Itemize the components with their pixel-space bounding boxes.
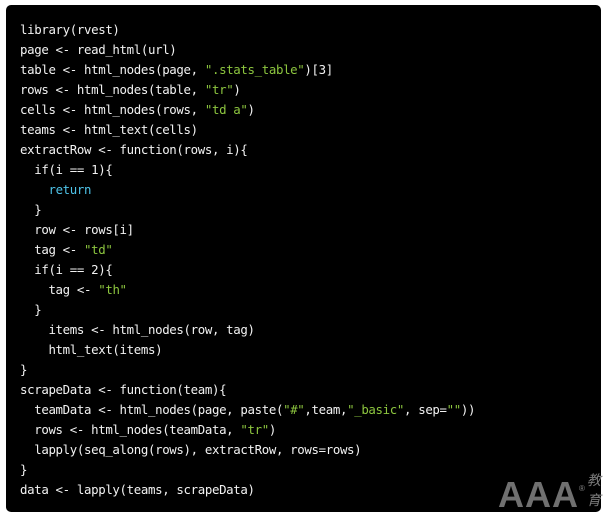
- code-line: tag <- "th": [20, 280, 601, 300]
- code-token: ,team,: [304, 402, 348, 417]
- code-token: items <- html_nodes(row, tag): [20, 322, 255, 337]
- code-content: library(rvest) page <- read_html(url)tabl…: [20, 20, 601, 500]
- code-token: )[3]: [304, 62, 333, 77]
- registered-mark: ®: [579, 484, 585, 493]
- code-line: page <- read_html(url): [20, 40, 601, 60]
- code-token: scrapeData <- function(team){: [20, 382, 227, 397]
- code-token: }: [20, 202, 42, 217]
- code-token: teamData <- html_nodes(page, paste(: [20, 402, 284, 417]
- string-token: "tr": [240, 422, 269, 437]
- code-token: row <- rows[i]: [20, 222, 134, 237]
- code-line: scrapeData <- function(team){: [20, 380, 601, 400]
- code-token: teams <- html_text(cells): [20, 122, 198, 137]
- code-token: table <- html_nodes(page,: [20, 62, 205, 77]
- code-token: }: [20, 462, 28, 477]
- code-token: tag <-: [20, 282, 99, 297]
- code-token: tag <-: [20, 242, 84, 257]
- code-token: library(rvest): [20, 22, 120, 37]
- string-token: "": [446, 402, 462, 417]
- string-token: "td a": [204, 102, 248, 117]
- code-line: table <- html_nodes(page, ".stats_table"…: [20, 60, 601, 80]
- code-line: }: [20, 200, 601, 220]
- code-line: row <- rows[i]: [20, 220, 601, 240]
- code-line: library(rvest): [20, 20, 601, 40]
- string-token: "th": [98, 282, 127, 297]
- string-token: "td": [84, 242, 113, 257]
- watermark: AAA ® 教育: [498, 473, 609, 515]
- code-token: ): [233, 82, 241, 97]
- code-line: extractRow <- function(rows, i){: [20, 140, 601, 160]
- code-line: teamData <- html_nodes(page, paste("#",t…: [20, 400, 601, 420]
- code-token: extractRow <- function(rows, i){: [20, 142, 248, 157]
- code-line: }: [20, 300, 601, 320]
- code-token: ): [247, 102, 255, 117]
- code-token: rows <- html_nodes(table,: [20, 82, 205, 97]
- string-token: ".stats_table": [204, 62, 305, 77]
- code-line: tag <- "td": [20, 240, 601, 260]
- keyword-token: return: [48, 182, 92, 197]
- code-token: }: [20, 302, 42, 317]
- string-token: "#": [283, 402, 305, 417]
- code-token: }: [20, 362, 28, 377]
- watermark-logo: AAA: [498, 474, 579, 515]
- code-line: lapply(seq_along(rows), extractRow, rows…: [20, 440, 601, 460]
- code-token: if(i == 1){: [20, 162, 113, 177]
- string-token: "tr": [204, 82, 234, 97]
- string-token: "_basic": [347, 402, 404, 417]
- code-line: if(i == 2){: [20, 260, 601, 280]
- code-token: )): [460, 402, 476, 417]
- watermark-text: 教育: [586, 473, 601, 509]
- code-line: return: [20, 180, 601, 200]
- code-token: cells <- html_nodes(rows,: [20, 102, 205, 117]
- code-token: page <- read_html(url): [20, 42, 177, 57]
- code-line: html_text(items): [20, 340, 601, 360]
- code-token: , sep=: [403, 402, 447, 417]
- code-line: teams <- html_text(cells): [20, 120, 601, 140]
- code-line: rows <- html_nodes(teamData, "tr"): [20, 420, 601, 440]
- code-token: html_text(items): [20, 342, 163, 357]
- code-token: ): [268, 422, 276, 437]
- code-line: rows <- html_nodes(table, "tr"): [20, 80, 601, 100]
- code-line: items <- html_nodes(row, tag): [20, 320, 601, 340]
- code-token: lapply(seq_along(rows), extractRow, rows…: [20, 442, 362, 457]
- code-token: data <- lapply(teams, scrapeData): [20, 482, 255, 497]
- code-line: cells <- html_nodes(rows, "td a"): [20, 100, 601, 120]
- code-block: library(rvest) page <- read_html(url)tabl…: [6, 5, 601, 512]
- code-line: if(i == 1){: [20, 160, 601, 180]
- code-token: if(i == 2){: [20, 262, 113, 277]
- code-line: }: [20, 360, 601, 380]
- code-token: rows <- html_nodes(teamData,: [20, 422, 241, 437]
